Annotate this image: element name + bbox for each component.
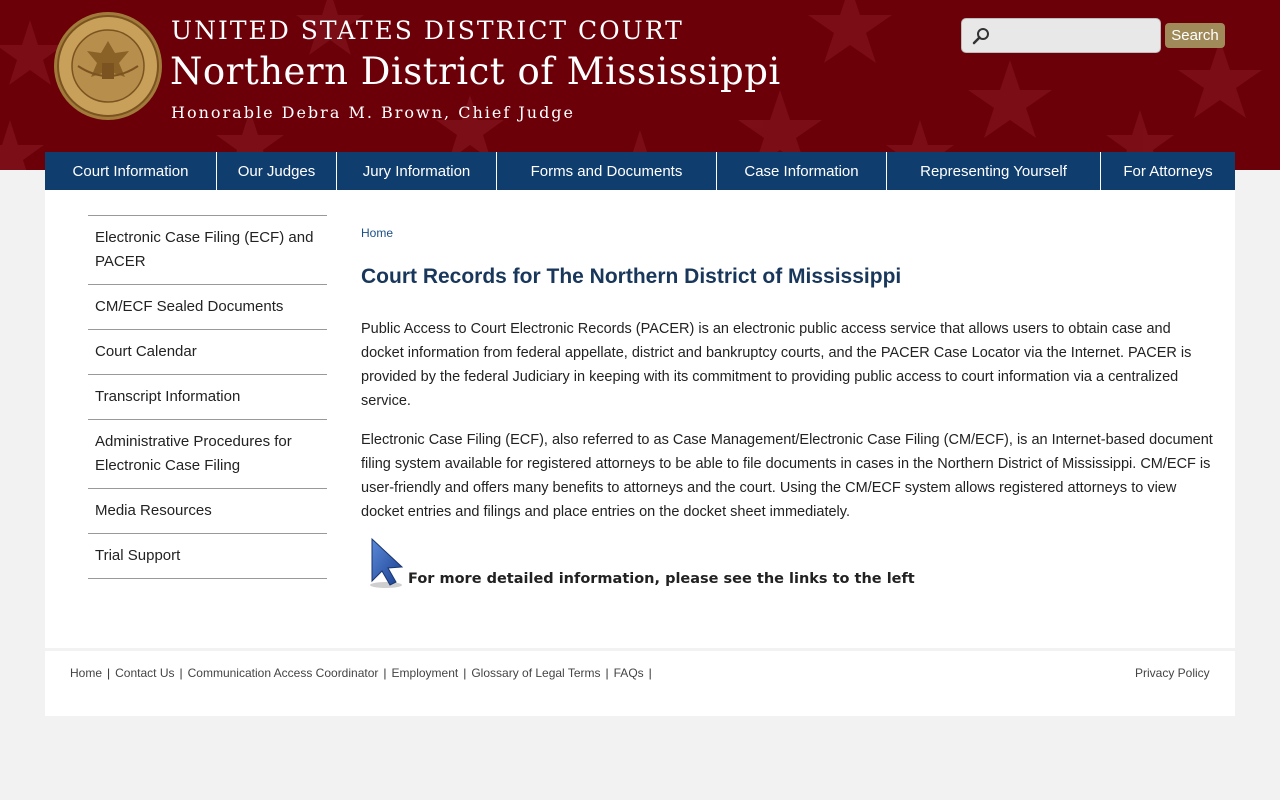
footer-link-employment[interactable]: Employment <box>392 666 459 680</box>
sidebar-item-trial-support[interactable]: Trial Support <box>88 534 327 579</box>
nav-for-attorneys[interactable]: For Attorneys <box>1101 152 1235 190</box>
sidebar-item-ecf-pacer[interactable]: Electronic Case Filing (ECF) and PACER <box>88 216 327 285</box>
footer-link-privacy-policy[interactable]: Privacy Policy <box>1135 666 1210 680</box>
nav-forms-and-documents[interactable]: Forms and Documents <box>497 152 717 190</box>
nav-court-information[interactable]: Court Information <box>45 152 217 190</box>
footer-link-communication-access[interactable]: Communication Access Coordinator <box>188 666 379 680</box>
district-name: Northern District of Mississippi <box>170 50 781 93</box>
sidebar-item-transcript-information[interactable]: Transcript Information <box>88 375 327 420</box>
sidebar-item-administrative-procedures[interactable]: Administrative Procedures for Electronic… <box>88 420 327 489</box>
footer <box>45 651 1235 716</box>
footer-link-contact-us[interactable]: Contact Us <box>115 666 174 680</box>
footer-separator: | <box>463 666 467 680</box>
court-seal-logo <box>54 12 162 120</box>
cursor-arrow-icon <box>370 537 404 588</box>
ecf-paragraph: Electronic Case Filing (ECF), also refer… <box>361 432 1213 520</box>
search-input[interactable] <box>992 22 1152 49</box>
more-info-text: For more detailed information, please se… <box>408 571 915 587</box>
search-icon <box>972 28 989 45</box>
nav-our-judges[interactable]: Our Judges <box>217 152 337 190</box>
search-button[interactable]: Search <box>1165 23 1225 48</box>
footer-separator: | <box>107 666 111 680</box>
nav-jury-information[interactable]: Jury Information <box>337 152 497 190</box>
footer-separator: | <box>605 666 609 680</box>
sidebar-item-court-calendar[interactable]: Court Calendar <box>88 330 327 375</box>
footer-link-home[interactable]: Home <box>70 666 102 680</box>
page-title: Court Records for The Northern District … <box>361 265 902 288</box>
nav-representing-yourself[interactable]: Representing Yourself <box>887 152 1101 190</box>
footer-separator: | <box>648 666 652 680</box>
sidebar-item-media-resources[interactable]: Media Resources <box>88 489 327 534</box>
footer-separator: | <box>179 666 183 680</box>
footer-links: Home | Contact Us | Communication Access… <box>70 666 657 680</box>
court-name-line: UNITED STATES DISTRICT COURT <box>171 16 684 45</box>
breadcrumb-home-link[interactable]: Home <box>361 226 393 240</box>
sidebar-menu: Electronic Case Filing (ECF) and PACER C… <box>88 215 327 579</box>
footer-link-faqs[interactable]: FAQs <box>614 666 644 680</box>
footer-link-glossary[interactable]: Glossary of Legal Terms <box>471 666 600 680</box>
sidebar-item-sealed-documents[interactable]: CM/ECF Sealed Documents <box>88 285 327 330</box>
nav-case-information[interactable]: Case Information <box>717 152 887 190</box>
pacer-paragraph: Public Access to Court Electronic Record… <box>361 321 1192 409</box>
main-nav: Court Information Our Judges Jury Inform… <box>45 152 1235 190</box>
footer-separator: | <box>383 666 387 680</box>
search-box <box>961 18 1161 53</box>
site-header: UNITED STATES DISTRICT COURT Northern Di… <box>0 0 1280 170</box>
chief-judge-line: Honorable Debra M. Brown, Chief Judge <box>171 103 576 122</box>
